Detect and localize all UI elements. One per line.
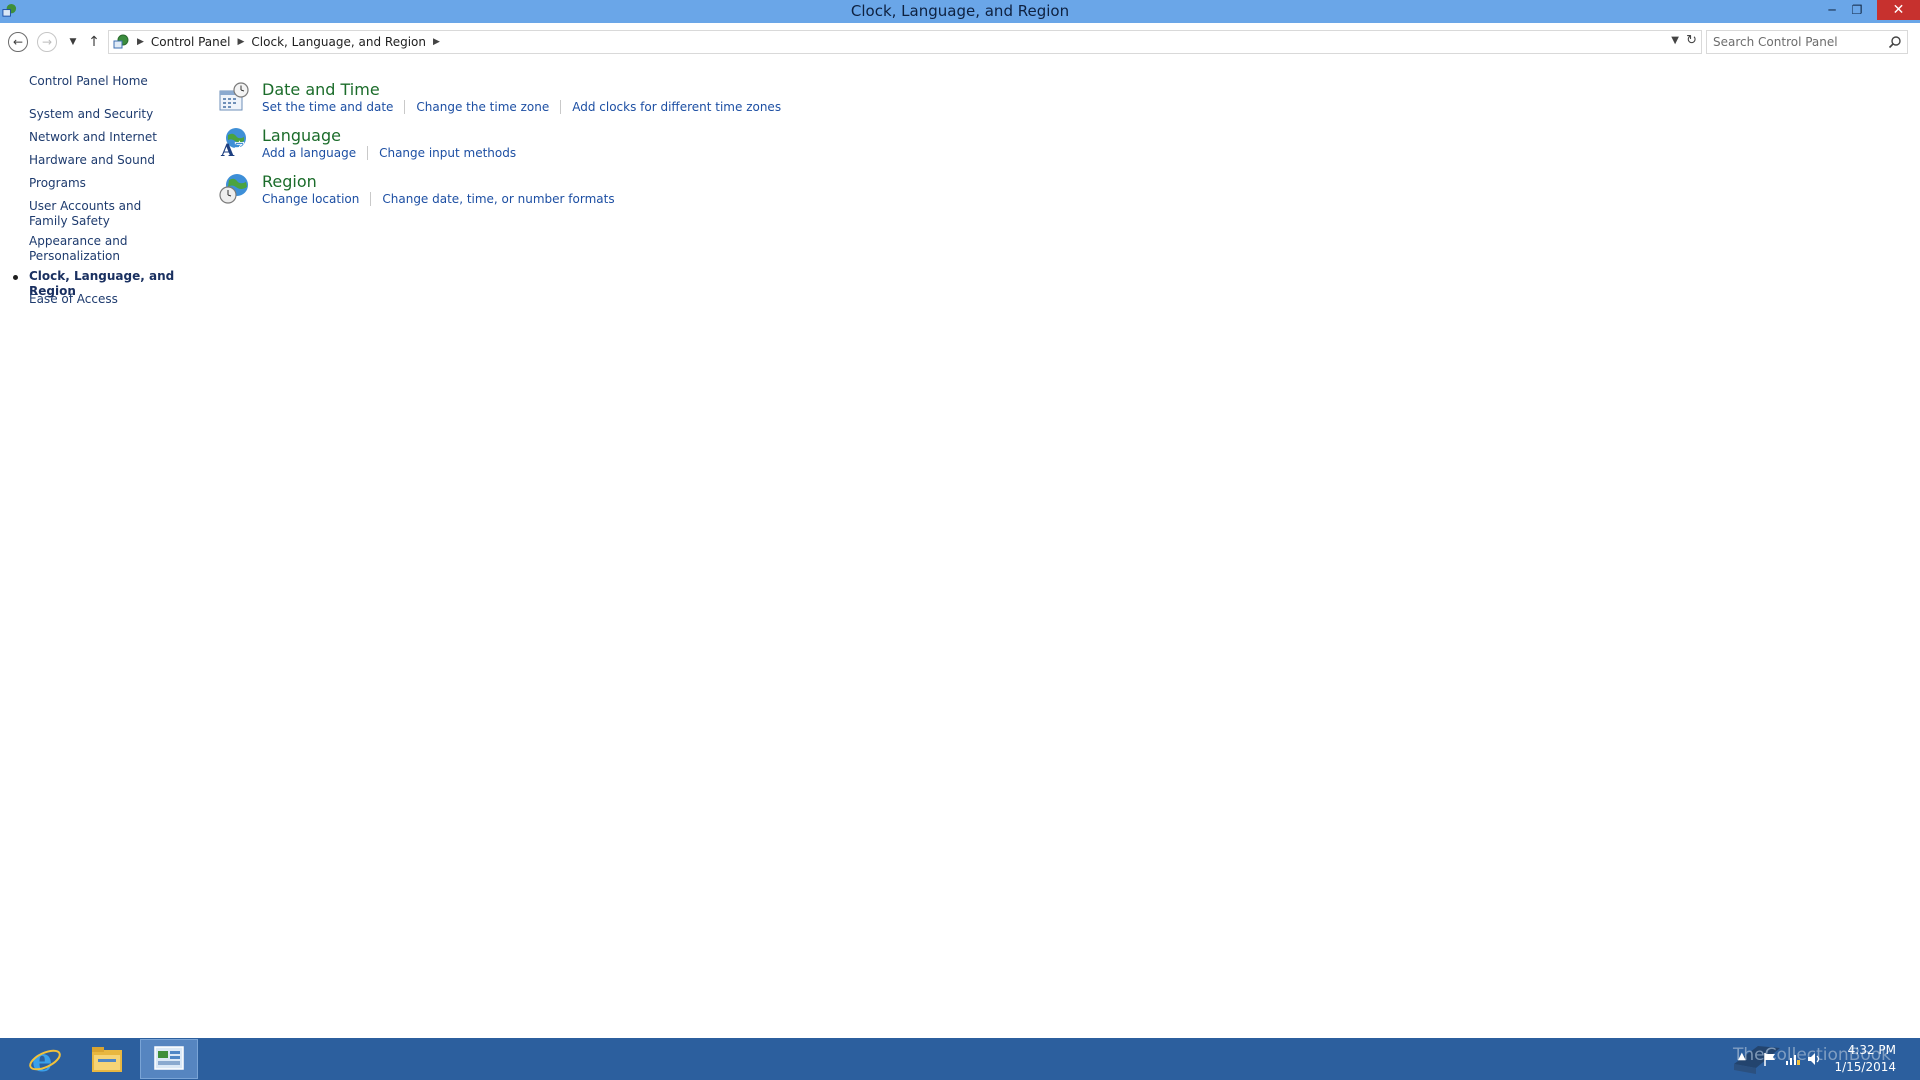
forward-button[interactable]: →	[37, 32, 57, 52]
back-arrow-icon: ←	[12, 35, 24, 49]
volume-icon[interactable]	[1806, 1051, 1822, 1067]
current-item-bullet-icon	[13, 275, 18, 280]
task-set-time-date[interactable]: Set the time and date	[262, 100, 393, 114]
task-change-input-methods[interactable]: Change input methods	[379, 146, 516, 160]
taskbar-file-explorer[interactable]	[78, 1039, 136, 1079]
control-panel-icon	[113, 34, 129, 49]
breadcrumb-separator-icon[interactable]: ▶	[433, 37, 440, 47]
task-row-region: Change location Change date, time, or nu…	[262, 192, 615, 206]
task-row-language: Add a language Change input methods	[262, 146, 516, 160]
svg-text:A: A	[220, 141, 235, 158]
sidebar-item-ease-of-access[interactable]: Ease of Access	[29, 292, 179, 307]
taskbar-internet-explorer[interactable]: e	[16, 1039, 74, 1079]
category-title-region[interactable]: Region	[262, 172, 317, 191]
back-button[interactable]: ←	[8, 32, 28, 52]
address-dropdown-icon[interactable]: ▼	[1671, 35, 1679, 46]
clock-time[interactable]: 4:32 PM	[1848, 1043, 1896, 1057]
task-divider	[404, 100, 406, 114]
task-divider	[560, 100, 562, 114]
window-title: Clock, Language, and Region	[850, 2, 1070, 20]
sidebar-item-user-accounts[interactable]: User Accounts and Family Safety	[29, 199, 179, 229]
task-divider	[370, 192, 372, 206]
task-change-time-zone[interactable]: Change the time zone	[416, 100, 549, 114]
close-button[interactable]: ✕	[1877, 0, 1920, 20]
action-center-flag-icon[interactable]	[1762, 1051, 1778, 1067]
search-box[interactable]	[1706, 30, 1908, 54]
breadcrumb-separator-icon[interactable]: ▶	[238, 37, 245, 47]
language-icon[interactable]: A 字	[218, 126, 250, 158]
recent-locations-button[interactable]: ▼	[62, 31, 84, 53]
breadcrumb-clock-language-region[interactable]: Clock, Language, and Region	[251, 35, 426, 49]
taskbar-control-panel[interactable]	[140, 1039, 198, 1079]
task-change-formats[interactable]: Change date, time, or number formats	[382, 192, 614, 206]
sidebar-item-hardware-sound[interactable]: Hardware and Sound	[29, 153, 179, 168]
title-bar: Clock, Language, and Region ─ ❐ ✕	[0, 0, 1920, 23]
search-icon[interactable]	[1888, 35, 1902, 49]
search-input[interactable]	[1713, 34, 1881, 50]
date-time-icon[interactable]	[218, 81, 250, 113]
up-arrow-icon: ↑	[88, 34, 100, 50]
task-divider	[367, 146, 369, 160]
region-icon[interactable]	[218, 172, 250, 204]
sidebar-item-network-internet[interactable]: Network and Internet	[29, 130, 179, 145]
restore-button[interactable]: ❐	[1845, 0, 1869, 20]
show-hidden-icons-icon[interactable]: ▲	[1738, 1051, 1754, 1067]
sidebar-item-appearance[interactable]: Appearance and Personalization	[29, 234, 179, 264]
category-title-language[interactable]: Language	[262, 126, 341, 145]
forward-arrow-icon: →	[41, 35, 53, 49]
sidebar-item-system-security[interactable]: System and Security	[29, 107, 179, 122]
refresh-icon[interactable]: ↻	[1686, 33, 1697, 48]
breadcrumb-separator-icon[interactable]: ▶	[137, 37, 144, 47]
task-add-clocks[interactable]: Add clocks for different time zones	[572, 100, 781, 114]
system-tray: ▲ 4:32 PM 1/15/2014	[1660, 1038, 1920, 1080]
file-explorer-icon	[92, 1047, 122, 1072]
svg-text:字: 字	[234, 139, 245, 153]
sidebar-item-programs[interactable]: Programs	[29, 176, 179, 191]
task-row-date-time: Set the time and date Change the time zo…	[262, 100, 781, 114]
navigation-bar: ← → ▼ ↑ ▶ Control Panel ▶ Clock, Languag…	[0, 23, 1920, 59]
minimize-button[interactable]: ─	[1820, 0, 1844, 20]
internet-explorer-icon: e	[29, 1042, 61, 1076]
category-title-date-time[interactable]: Date and Time	[262, 80, 380, 99]
network-icon[interactable]	[1784, 1051, 1800, 1067]
clock-date[interactable]: 1/15/2014	[1834, 1060, 1896, 1074]
breadcrumb-control-panel[interactable]: Control Panel	[151, 35, 231, 49]
taskbar: e TheCollectionBook ▲ 4:32 PM 1/15/2014	[0, 1038, 1920, 1080]
up-button[interactable]: ↑	[83, 31, 105, 53]
chevron-down-icon: ▼	[69, 37, 77, 47]
control-panel-icon	[154, 1046, 184, 1070]
task-add-language[interactable]: Add a language	[262, 146, 356, 160]
address-bar[interactable]: ▶ Control Panel ▶ Clock, Language, and R…	[108, 30, 1702, 54]
sidebar-item-control-panel-home[interactable]: Control Panel Home	[29, 74, 179, 89]
task-change-location[interactable]: Change location	[262, 192, 359, 206]
